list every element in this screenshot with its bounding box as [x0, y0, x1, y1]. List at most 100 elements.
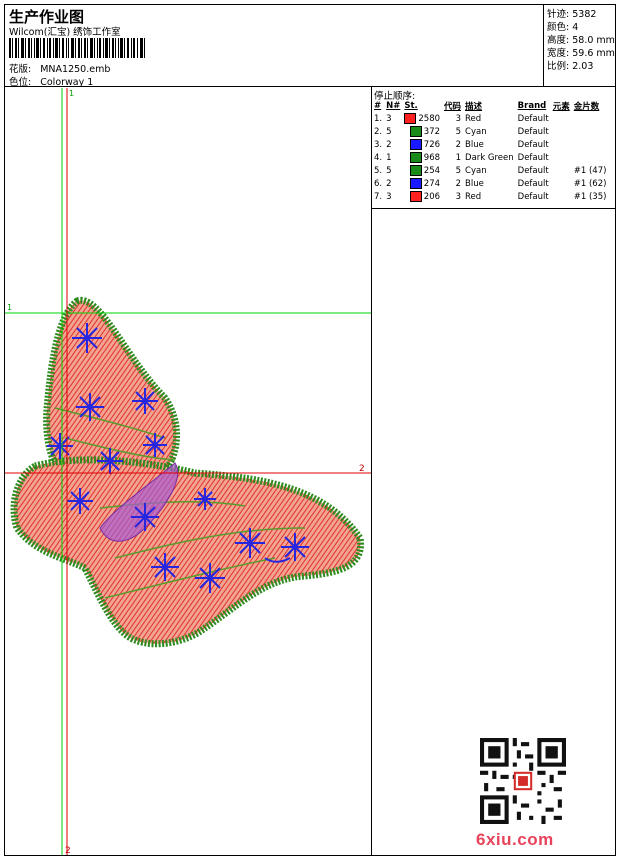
table-row: 2. 5 372 5 Cyan Default	[372, 125, 608, 138]
col-brand: Brand	[517, 101, 547, 111]
row-code: 5	[455, 126, 462, 137]
row-sequins	[572, 125, 609, 138]
row-sequins	[572, 112, 609, 125]
red-bottom-label: 2	[65, 846, 71, 855]
row-code: 1	[455, 152, 462, 163]
row-stitches: 726	[402, 138, 442, 151]
row-sequins: #1 (47)	[573, 165, 607, 176]
row-code: 5	[455, 165, 462, 176]
upper-wing	[43, 296, 181, 489]
row-index: 6.	[374, 178, 383, 189]
row-description: Cyan	[465, 126, 487, 137]
table-row: 4. 1 968 1 Dark Green Default	[372, 151, 608, 164]
row-stitches: 274	[402, 177, 442, 190]
color-swatch	[409, 178, 422, 189]
row-brand: Default	[517, 113, 549, 124]
header-panel: 生产作业图 Wilcom(汇宝) 绣饰工作室 花版: MNA1250.emb 色…	[4, 4, 544, 88]
row-stitches: 254	[402, 164, 442, 177]
barcode	[9, 38, 145, 58]
butterfly-design	[10, 296, 364, 648]
spec-scale: 比例: 2.03	[547, 61, 594, 72]
row-element	[551, 177, 572, 190]
row-description: Blue	[465, 139, 484, 150]
stop-sequence-table: # N# St. 代码 描述 Brand 元素 金片数 1. 3 2580 3 Red D…	[372, 100, 608, 203]
row-code: 3	[455, 113, 462, 124]
col-sequins: 金片数	[573, 102, 600, 112]
row-element	[551, 138, 572, 151]
row-index: 2.	[374, 126, 383, 137]
row-description: Dark Green	[465, 152, 514, 163]
row-brand: Default	[517, 191, 549, 202]
green-top-label: 1	[69, 89, 74, 98]
table-row: 5. 5 254 5 Cyan Default #1 (47)	[372, 164, 608, 177]
row-code: 3	[455, 191, 462, 202]
stop-sequence-panel: 停止顺序: # N# St. 代码 描述 Brand 元素 金片数 1. 3 258…	[371, 87, 616, 209]
design-file-line: 花版: MNA1250.emb	[9, 61, 110, 75]
row-element	[551, 112, 572, 125]
color-swatch	[404, 113, 417, 124]
spec-height: 高度: 58.0 mm	[547, 35, 615, 46]
embroidery-design-area: 1 1 2 2	[5, 88, 371, 855]
row-index: 1.	[374, 113, 383, 124]
row-brand: Default	[517, 178, 549, 189]
table-row: 7. 3 206 3 Red Default #1 (35)	[372, 190, 608, 203]
colorway-line: 色位: Colorway 1	[9, 74, 93, 88]
row-description: Red	[465, 191, 482, 202]
row-needle: 2	[386, 178, 392, 189]
color-swatch	[409, 165, 422, 176]
row-stitches: 372	[402, 125, 442, 138]
col-description: 描述	[465, 102, 483, 112]
spec-width: 宽度: 59.6 mm	[547, 48, 615, 59]
row-index: 3.	[374, 139, 383, 150]
row-index: 7.	[374, 191, 383, 202]
row-needle: 1	[386, 152, 392, 163]
colorway-value: Colorway 1	[40, 77, 94, 88]
color-swatch	[409, 126, 422, 137]
col-index: #	[374, 101, 382, 111]
row-brand: Default	[517, 126, 549, 137]
row-element	[551, 190, 572, 203]
row-brand: Default	[517, 139, 549, 150]
color-swatch	[409, 191, 422, 202]
row-brand: Default	[517, 152, 549, 163]
spec-stitches: 针迹: 5382	[547, 9, 597, 20]
row-code: 2	[455, 139, 462, 150]
colorway-label: 色位:	[9, 77, 32, 88]
col-stitches: St.	[404, 101, 418, 111]
red-right-label: 2	[359, 464, 365, 474]
lower-wing	[10, 456, 364, 648]
row-element	[551, 164, 572, 177]
row-needle: 3	[386, 191, 392, 202]
table-row: 6. 2 274 2 Blue Default #1 (62)	[372, 177, 608, 190]
col-needle: N#	[386, 101, 401, 111]
row-stitches: 968	[402, 151, 442, 164]
table-row: 3. 2 726 2 Blue Default	[372, 138, 608, 151]
color-swatch	[409, 152, 422, 163]
qr-code	[480, 738, 566, 824]
row-description: Cyan	[465, 165, 487, 176]
table-header-row: # N# St. 代码 描述 Brand 元素 金片数	[372, 100, 608, 112]
spec-colors: 颜色: 4	[547, 22, 579, 33]
color-swatch	[409, 139, 422, 150]
green-left-label: 1	[7, 303, 12, 312]
row-needle: 2	[386, 139, 392, 150]
row-sequins	[572, 151, 609, 164]
row-sequins	[572, 138, 609, 151]
row-stitches: 2580	[402, 112, 442, 125]
row-stitches: 206	[402, 190, 442, 203]
row-element	[551, 151, 572, 164]
row-sequins: #1 (35)	[573, 191, 607, 202]
row-needle: 3	[386, 113, 392, 124]
row-element	[551, 125, 572, 138]
row-needle: 5	[386, 165, 392, 176]
row-index: 4.	[374, 152, 383, 163]
row-description: Red	[465, 113, 482, 124]
company-name: Wilcom(汇宝) 绣饰工作室	[9, 27, 121, 38]
row-brand: Default	[517, 165, 549, 176]
row-index: 5.	[374, 165, 383, 176]
row-description: Blue	[465, 178, 484, 189]
row-sequins: #1 (62)	[573, 178, 607, 189]
row-needle: 5	[386, 126, 392, 137]
table-row: 1. 3 2580 3 Red Default	[372, 112, 608, 125]
col-code: 代码	[444, 102, 462, 112]
